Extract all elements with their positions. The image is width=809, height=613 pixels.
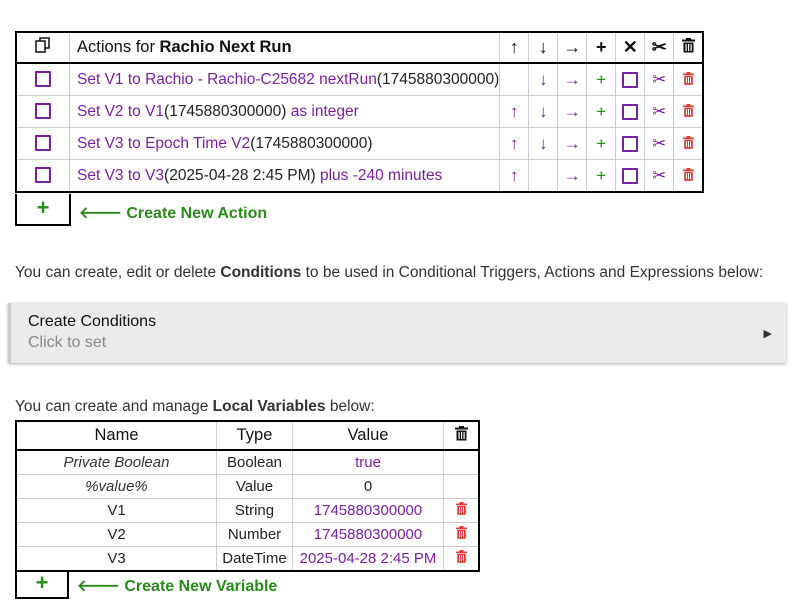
variables-info: You can create and manage Local Variable…: [15, 398, 375, 415]
insert-action-icon[interactable]: +: [586, 127, 617, 160]
variable-value[interactable]: true: [292, 449, 444, 475]
move-down-icon[interactable]: ↓: [528, 95, 559, 128]
variable-type: Value: [216, 474, 293, 499]
indent-icon[interactable]: →: [557, 95, 588, 128]
type-column-header: Type: [216, 420, 293, 451]
variable-row: %value% Value 0: [15, 474, 480, 499]
insert-action-icon[interactable]: +: [586, 159, 617, 193]
action-label[interactable]: Set V1 to Rachio - Rachio-C25682 nextRun…: [68, 62, 501, 96]
action-select-checkbox[interactable]: [15, 127, 70, 160]
value-column-header: Value: [292, 420, 444, 451]
move-up-header-icon: ↑: [499, 31, 530, 64]
move-down-icon[interactable]: [528, 159, 559, 193]
create-new-action-link[interactable]: 🡐 Create New Action: [79, 202, 267, 223]
variable-name: V1: [15, 498, 217, 523]
arrow-left-icon: 🡐: [77, 578, 120, 595]
disable-checkbox[interactable]: [615, 127, 646, 160]
delete-icon[interactable]: [673, 127, 705, 160]
action-row: Set V3 to Epoch Time V2(1745880300000) ↑…: [15, 127, 705, 160]
variable-type: DateTime: [216, 546, 293, 572]
insert-action-icon[interactable]: +: [586, 95, 617, 128]
variable-name: Private Boolean: [15, 449, 217, 475]
action-label[interactable]: Set V3 to Epoch Time V2(1745880300000): [68, 127, 501, 160]
variable-value[interactable]: 1745880300000: [292, 498, 444, 523]
create-conditions-subtitle: Click to set: [28, 334, 107, 351]
variable-row: V1 String 1745880300000: [15, 498, 480, 523]
move-down-icon[interactable]: ↓: [528, 127, 559, 160]
disable-checkbox[interactable]: [615, 95, 646, 128]
action-row: Set V2 to V1(1745880300000) as integer ↑…: [15, 95, 705, 128]
actions-table: Actions for Rachio Next Run ↑ ↓ → + ✕ ✂ …: [15, 31, 705, 193]
variable-name: V2: [15, 522, 217, 547]
copy-icon[interactable]: [15, 31, 70, 64]
conditions-info: You can create, edit or delete Condition…: [15, 264, 764, 281]
move-down-header-icon: ↓: [528, 31, 559, 64]
name-column-header: Name: [15, 420, 217, 451]
action-select-checkbox[interactable]: [15, 95, 70, 128]
variables-table: Name Type Value Private Boolean Boolean …: [15, 420, 480, 572]
move-up-icon[interactable]: [499, 62, 530, 96]
move-up-icon[interactable]: ↑: [499, 159, 530, 193]
cut-icon[interactable]: ✂: [644, 62, 675, 96]
indent-icon[interactable]: →: [557, 62, 588, 96]
arrow-left-icon: 🡐: [79, 205, 122, 222]
variable-row: Private Boolean Boolean true: [15, 449, 480, 475]
delete-variable-icon[interactable]: [443, 546, 480, 572]
action-row: Set V3 to V3(2025-04-28 2:45 PM) plus -2…: [15, 159, 705, 193]
indent-header-icon: →: [557, 31, 588, 64]
variable-row: V3 DateTime 2025-04-28 2:45 PM: [15, 546, 480, 572]
action-label[interactable]: Set V3 to V3(2025-04-28 2:45 PM) plus -2…: [68, 159, 501, 193]
action-select-checkbox[interactable]: [15, 159, 70, 193]
expand-arrow-icon: ▶: [763, 328, 772, 340]
insert-action-icon[interactable]: +: [586, 62, 617, 96]
variable-value[interactable]: 2025-04-28 2:45 PM: [292, 546, 444, 572]
add-variable-button[interactable]: +: [15, 570, 69, 599]
variable-value: 0: [292, 474, 444, 499]
create-conditions-title: Create Conditions: [28, 313, 157, 330]
action-label[interactable]: Set V2 to V1(1745880300000) as integer: [68, 95, 501, 128]
variable-type: Number: [216, 522, 293, 547]
cut-icon[interactable]: ✂: [644, 95, 675, 128]
delete-header-icon: [443, 420, 480, 451]
move-up-icon[interactable]: ↑: [499, 127, 530, 160]
create-new-variable-link[interactable]: 🡐 Create New Variable: [77, 575, 277, 596]
create-new-action-label: Create New Action: [126, 205, 268, 222]
delete-icon[interactable]: [673, 159, 705, 193]
delete-icon[interactable]: [673, 95, 705, 128]
variable-type: String: [216, 498, 293, 523]
indent-icon[interactable]: →: [557, 127, 588, 160]
actions-title-name: Rachio Next Run: [159, 38, 292, 56]
action-row: Set V1 to Rachio - Rachio-C25682 nextRun…: [15, 62, 705, 96]
action-select-checkbox[interactable]: [15, 62, 70, 96]
delete-variable-icon[interactable]: [443, 498, 480, 523]
indent-icon[interactable]: →: [557, 159, 588, 193]
create-conditions-panel[interactable]: Create Conditions Click to set ▶: [8, 303, 786, 363]
disable-header-icon: ✕: [615, 31, 646, 64]
insert-header-icon: +: [586, 31, 617, 64]
cut-icon[interactable]: ✂: [644, 127, 675, 160]
disable-checkbox[interactable]: [615, 159, 646, 193]
delete-variable-icon[interactable]: [443, 522, 480, 547]
delete-icon[interactable]: [673, 62, 705, 96]
move-down-icon[interactable]: ↓: [528, 62, 559, 96]
cut-header-icon: ✂: [644, 31, 675, 64]
actions-title: Actions for Rachio Next Run: [68, 31, 501, 64]
add-action-button[interactable]: +: [15, 194, 71, 226]
move-up-icon[interactable]: ↑: [499, 95, 530, 128]
empty-cell: [443, 449, 480, 475]
variable-value[interactable]: 1745880300000: [292, 522, 444, 547]
actions-header-row: Actions for Rachio Next Run ↑ ↓ → + ✕ ✂: [15, 31, 705, 64]
empty-cell: [443, 474, 480, 499]
cut-icon[interactable]: ✂: [644, 159, 675, 193]
variables-header-row: Name Type Value: [15, 420, 480, 451]
create-new-variable-label: Create New Variable: [124, 578, 278, 595]
disable-checkbox[interactable]: [615, 62, 646, 96]
delete-header-icon: [673, 31, 705, 64]
variable-name: %value%: [15, 474, 217, 499]
variable-type: Boolean: [216, 449, 293, 475]
variable-name: V3: [15, 546, 217, 572]
variable-row: V2 Number 1745880300000: [15, 522, 480, 547]
